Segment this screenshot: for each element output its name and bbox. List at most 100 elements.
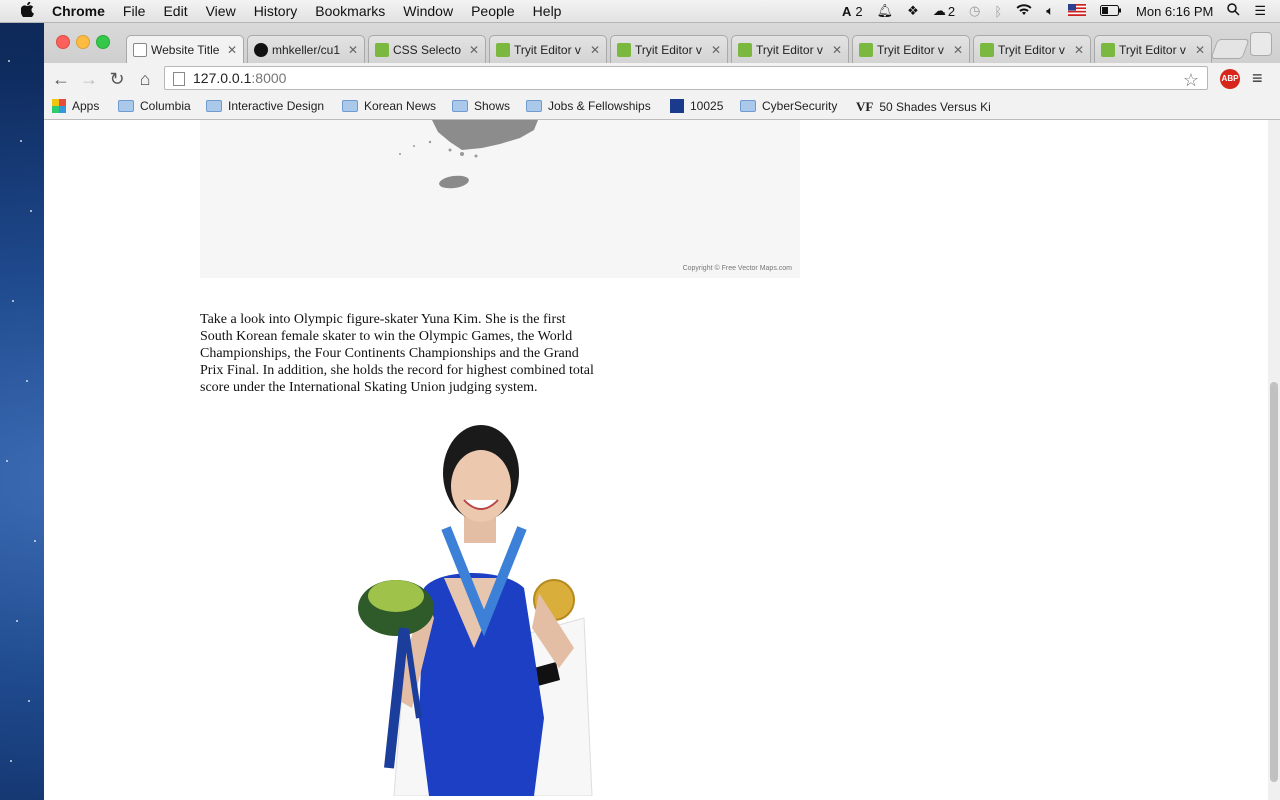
close-tab-icon[interactable]: ✕ [1195, 43, 1205, 57]
page-icon [173, 72, 185, 86]
chrome-menu-icon[interactable]: ≡ [1252, 68, 1263, 89]
status-area: A 2 🔔︎ ❖ ☁︎ 2 ◷ ᛒ 🔈︎ Mon 6:16 PM ☰ [842, 0, 1280, 22]
bookmark-interactive-design[interactable]: Interactive Design [206, 99, 324, 113]
address-bar[interactable]: 127.0.0.1:8000 ☆ [164, 66, 1208, 90]
creative-cloud-count: 2 [947, 3, 956, 19]
bookmark-50-shades[interactable]: VF 50 Shades Versus Ki [856, 99, 991, 115]
folder-icon [118, 100, 134, 112]
bookmark-columbia[interactable]: Columbia [118, 99, 191, 113]
tab-tryit-editor[interactable]: Tryit Editor v ✕ [973, 35, 1091, 63]
back-arrow-icon[interactable]: ← [50, 68, 72, 90]
bookmark-cybersecurity[interactable]: CyberSecurity [740, 99, 837, 113]
menu-people[interactable]: People [471, 3, 515, 19]
korea-map-image: Copyright © Free Vector Maps.com [200, 120, 800, 278]
dropbox-icon[interactable]: ❖ [907, 3, 919, 19]
tab-title: CSS Selecto [393, 42, 462, 57]
notification-bell-icon[interactable]: 🔔︎ [877, 3, 894, 19]
tab-tryit-editor[interactable]: Tryit Editor v ✕ [1094, 35, 1212, 63]
apple-menu-icon[interactable] [16, 0, 38, 21]
wifi-icon[interactable] [1016, 3, 1032, 19]
bookmark-korean-news[interactable]: Korean News [342, 99, 436, 113]
w3schools-icon [980, 42, 994, 57]
tab-title: Tryit Editor v [756, 42, 823, 57]
battery-icon[interactable] [1100, 4, 1122, 19]
tab-tryit-editor[interactable]: Tryit Editor v ✕ [489, 35, 607, 63]
volume-icon[interactable]: 🔈︎ [1046, 3, 1054, 19]
close-tab-icon[interactable]: ✕ [227, 43, 237, 57]
close-window-button[interactable] [56, 35, 70, 49]
github-icon [254, 42, 268, 57]
map-graphic [399, 120, 538, 189]
tab-strip: Website Title ✕ mhkeller/cu1 ✕ CSS Selec… [44, 23, 1280, 63]
tab-tryit-editor[interactable]: Tryit Editor v ✕ [852, 35, 970, 63]
close-tab-icon[interactable]: ✕ [832, 43, 842, 57]
bookmark-label: Shows [474, 99, 511, 113]
menu-help[interactable]: Help [533, 3, 562, 19]
profile-button[interactable] [1250, 32, 1272, 56]
spotlight-search-icon[interactable] [1227, 3, 1240, 19]
tab-title: Website Title [151, 42, 220, 57]
tab-title: Tryit Editor v [635, 42, 702, 57]
menu-file[interactable]: File [123, 3, 146, 19]
menu-history[interactable]: History [254, 3, 298, 19]
tab-title: Tryit Editor v [514, 42, 581, 57]
menu-app-chrome[interactable]: Chrome [52, 3, 105, 19]
tab-title: Tryit Editor v [998, 42, 1065, 57]
close-tab-icon[interactable]: ✕ [711, 43, 721, 57]
menu-edit[interactable]: Edit [163, 3, 187, 19]
bookmark-10025[interactable]: 10025 [670, 99, 723, 113]
forward-arrow-icon[interactable]: → [78, 68, 100, 90]
tab-title: Tryit Editor v [877, 42, 944, 57]
tab-tryit-editor[interactable]: Tryit Editor v ✕ [610, 35, 728, 63]
minimize-window-button[interactable] [76, 35, 90, 49]
bookmark-star-icon[interactable]: ☆ [1183, 69, 1199, 91]
bookmark-jobs-fellowships[interactable]: Jobs & Fellowships [526, 99, 651, 113]
adobe-count: 2 [855, 3, 863, 19]
bookmark-label: Korean News [364, 99, 437, 113]
folder-icon [452, 100, 468, 112]
creative-cloud-icon[interactable]: ☁︎ [933, 3, 946, 19]
folder-icon [740, 100, 756, 112]
flag-us-icon[interactable] [1068, 3, 1087, 19]
page-viewport: Copyright © Free Vector Maps.com Take a … [44, 120, 1280, 800]
menu-bookmarks[interactable]: Bookmarks [315, 3, 385, 19]
zoom-window-button[interactable] [96, 35, 110, 49]
w3schools-icon [1101, 42, 1115, 57]
url-host: 127.0.0.1 [193, 70, 252, 86]
clock-text[interactable]: Mon 6:16 PM [1136, 4, 1213, 19]
tab-tryit-editor[interactable]: Tryit Editor v ✕ [731, 35, 849, 63]
weather-channel-icon [670, 99, 684, 113]
tab-css-selectors[interactable]: CSS Selecto ✕ [368, 35, 486, 63]
adblock-plus-icon[interactable]: ABP [1220, 69, 1240, 89]
bookmark-label: Columbia [140, 99, 191, 113]
bookmark-shows[interactable]: Shows [452, 99, 510, 113]
yuna-kim-photo [334, 418, 599, 797]
w3schools-icon [859, 42, 873, 57]
page-scrollbar[interactable] [1268, 120, 1280, 800]
time-machine-icon[interactable]: ◷ [969, 3, 980, 19]
notification-center-icon[interactable]: ☰ [1254, 3, 1266, 19]
bookmark-label: Jobs & Fellowships [548, 99, 651, 113]
w3schools-icon [496, 42, 510, 57]
tab-github[interactable]: mhkeller/cu1 ✕ [247, 35, 365, 63]
bookmark-label: 10025 [690, 99, 724, 113]
folder-icon [342, 100, 358, 112]
close-tab-icon[interactable]: ✕ [953, 43, 963, 57]
close-tab-icon[interactable]: ✕ [348, 43, 358, 57]
home-icon[interactable]: ⌂ [134, 68, 156, 90]
bluetooth-icon[interactable]: ᛒ [994, 4, 1002, 19]
new-tab-button[interactable] [1210, 39, 1250, 59]
close-tab-icon[interactable]: ✕ [469, 43, 479, 57]
close-tab-icon[interactable]: ✕ [590, 43, 600, 57]
bookmark-label: Interactive Design [228, 99, 325, 113]
menu-view[interactable]: View [206, 3, 236, 19]
close-tab-icon[interactable]: ✕ [1074, 43, 1084, 57]
adobe-icon[interactable]: A [842, 4, 851, 19]
scrollbar-thumb[interactable] [1270, 382, 1278, 782]
menu-window[interactable]: Window [403, 3, 453, 19]
reload-icon[interactable]: ↻ [106, 68, 128, 90]
apps-icon [52, 99, 66, 113]
bookmark-apps[interactable]: Apps [52, 99, 99, 113]
browser-toolbar: ← → ↻ ⌂ 127.0.0.1:8000 ☆ ABP ≡ [44, 63, 1280, 96]
tab-website-title[interactable]: Website Title ✕ [126, 35, 244, 63]
